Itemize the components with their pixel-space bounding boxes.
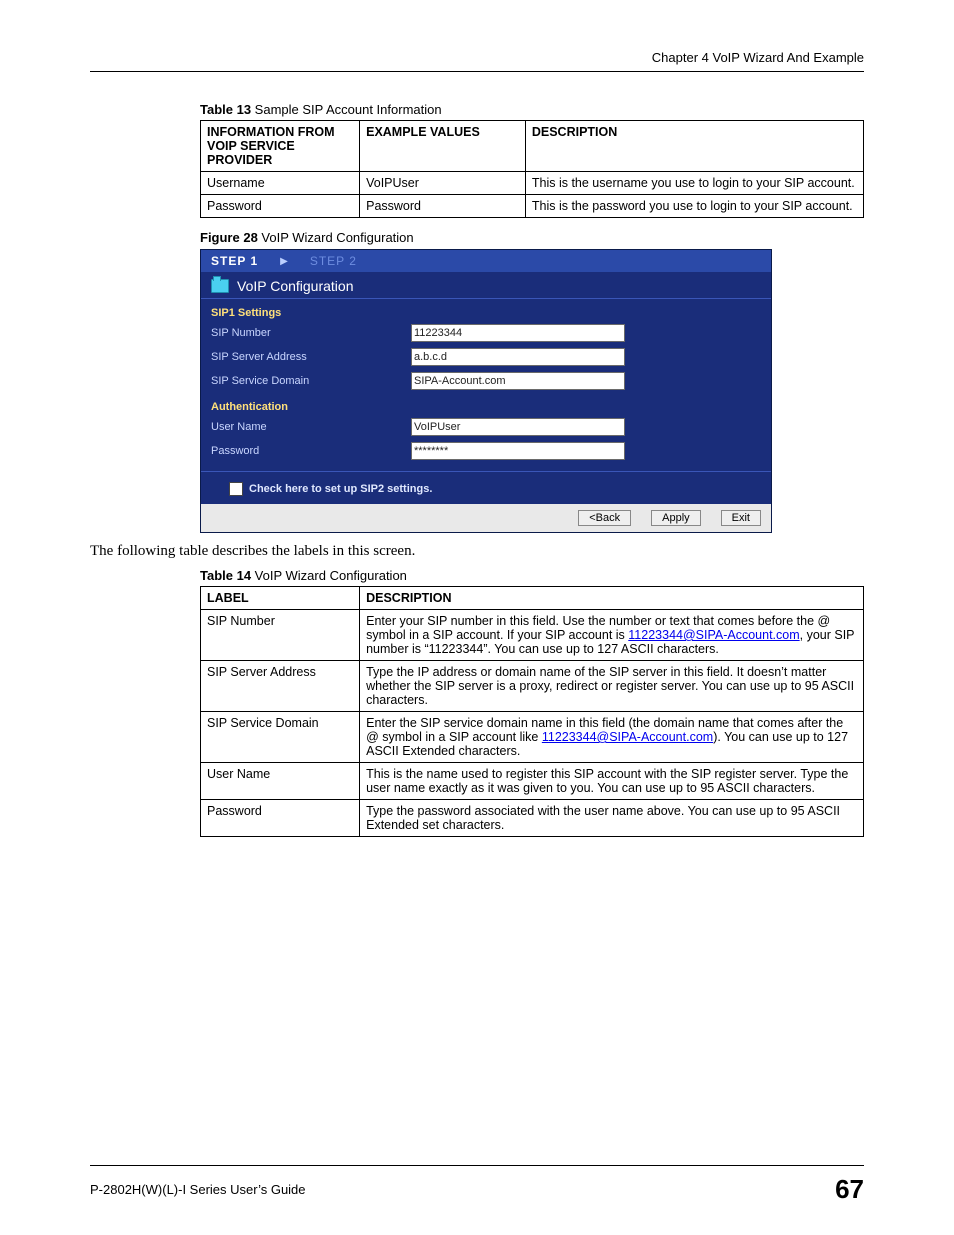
table13-caption-rest: Sample SIP Account Information xyxy=(251,102,442,117)
folder-icon xyxy=(211,279,229,293)
table14-r0-desc: Enter your SIP number in this field. Use… xyxy=(360,610,864,661)
table-row: SIP Number Enter your SIP number in this… xyxy=(201,610,864,661)
sip-server-input[interactable] xyxy=(411,348,625,366)
table13-r0-c3: This is the username you use to login to… xyxy=(525,172,863,195)
apply-button[interactable]: Apply xyxy=(651,510,701,526)
table13-r1-c1: Password xyxy=(201,195,360,218)
step1-tab[interactable]: STEP 1 xyxy=(211,254,258,268)
username-input[interactable] xyxy=(411,418,625,436)
table-row: Username VoIPUser This is the username y… xyxy=(201,172,864,195)
voip-config-header: VoIP Configuration xyxy=(201,272,771,299)
table13-caption-bold: Table 13 xyxy=(200,102,251,117)
header-rule xyxy=(90,71,864,72)
sip-domain-label: SIP Service Domain xyxy=(211,375,411,387)
table-row: SIP Server Address Type the IP address o… xyxy=(201,661,864,712)
table14-r1-desc: Type the IP address or domain name of th… xyxy=(360,661,864,712)
chapter-header: Chapter 4 VoIP Wizard And Example xyxy=(90,50,864,65)
sip-server-label: SIP Server Address xyxy=(211,351,411,363)
table14: LABEL DESCRIPTION SIP Number Enter your … xyxy=(200,586,864,837)
password-label: Password xyxy=(211,445,411,457)
table-row: Password Type the password associated wi… xyxy=(201,800,864,837)
table13-r0-c1: Username xyxy=(201,172,360,195)
password-input[interactable] xyxy=(411,442,625,460)
authentication-heading: Authentication xyxy=(201,393,771,415)
figure28-caption-bold: Figure 28 xyxy=(200,230,258,245)
table14-caption: Table 14 VoIP Wizard Configuration xyxy=(200,568,864,583)
sip1-settings-heading: SIP1 Settings xyxy=(201,299,771,321)
table13-caption: Table 13 Sample SIP Account Information xyxy=(200,102,864,117)
username-label: User Name xyxy=(211,421,411,433)
table14-r3-label: User Name xyxy=(201,763,360,800)
table-row: User Name This is the name used to regis… xyxy=(201,763,864,800)
table13-r1-c2: Password xyxy=(360,195,526,218)
step-arrow-icon: ▶ xyxy=(280,256,288,267)
table14-r3-desc: This is the name used to register this S… xyxy=(360,763,864,800)
table14-r4-desc: Type the password associated with the us… xyxy=(360,800,864,837)
table13-r0-c2: VoIPUser xyxy=(360,172,526,195)
sip-account-link[interactable]: 11223344@SIPA-Account.com xyxy=(542,730,713,744)
exit-button[interactable]: Exit xyxy=(721,510,761,526)
table14-r0-label: SIP Number xyxy=(201,610,360,661)
table14-head-c1: LABEL xyxy=(201,587,360,610)
sip2-check-label: Check here to set up SIP2 settings. xyxy=(249,483,432,495)
wizard-buttons: <Back Apply Exit xyxy=(201,504,771,532)
table14-r2-label: SIP Service Domain xyxy=(201,712,360,763)
table14-r2-desc: Enter the SIP service domain name in thi… xyxy=(360,712,864,763)
steps-bar: STEP 1 ▶ STEP 2 xyxy=(201,250,771,272)
table13-head-c1: INFORMATION FROM VOIP SERVICE PROVIDER xyxy=(201,121,360,172)
body-text: The following table describes the labels… xyxy=(90,543,864,560)
table14-head-c2: DESCRIPTION xyxy=(360,587,864,610)
figure28-caption: Figure 28 VoIP Wizard Configuration xyxy=(200,230,864,245)
table-row: SIP Service Domain Enter the SIP service… xyxy=(201,712,864,763)
sip-account-link[interactable]: 11223344@SIPA-Account.com xyxy=(628,628,799,642)
sip2-check-row[interactable]: Check here to set up SIP2 settings. xyxy=(201,471,771,504)
page-number: 67 xyxy=(835,1174,864,1205)
footer-guide-name: P-2802H(W)(L)-I Series User’s Guide xyxy=(90,1182,306,1197)
figure28-caption-rest: VoIP Wizard Configuration xyxy=(258,230,414,245)
voip-config-title: VoIP Configuration xyxy=(237,278,354,294)
table13-head-c2: EXAMPLE VALUES xyxy=(360,121,526,172)
table13-r1-c3: This is the password you use to login to… xyxy=(525,195,863,218)
back-button[interactable]: <Back xyxy=(578,510,631,526)
sip-number-label: SIP Number xyxy=(211,327,411,339)
table13-head-c3: DESCRIPTION xyxy=(525,121,863,172)
step2-tab[interactable]: STEP 2 xyxy=(310,254,357,268)
table14-caption-rest: VoIP Wizard Configuration xyxy=(251,568,407,583)
table14-r1-label: SIP Server Address xyxy=(201,661,360,712)
sip-domain-input[interactable] xyxy=(411,372,625,390)
sip-number-input[interactable] xyxy=(411,324,625,342)
table14-caption-bold: Table 14 xyxy=(200,568,251,583)
page-footer: P-2802H(W)(L)-I Series User’s Guide 67 xyxy=(90,1165,864,1205)
sip2-checkbox[interactable] xyxy=(229,482,243,496)
table14-r4-label: Password xyxy=(201,800,360,837)
table-row: Password Password This is the password y… xyxy=(201,195,864,218)
table13: INFORMATION FROM VOIP SERVICE PROVIDER E… xyxy=(200,120,864,218)
voip-wizard-panel: STEP 1 ▶ STEP 2 VoIP Configuration SIP1 … xyxy=(200,249,772,533)
